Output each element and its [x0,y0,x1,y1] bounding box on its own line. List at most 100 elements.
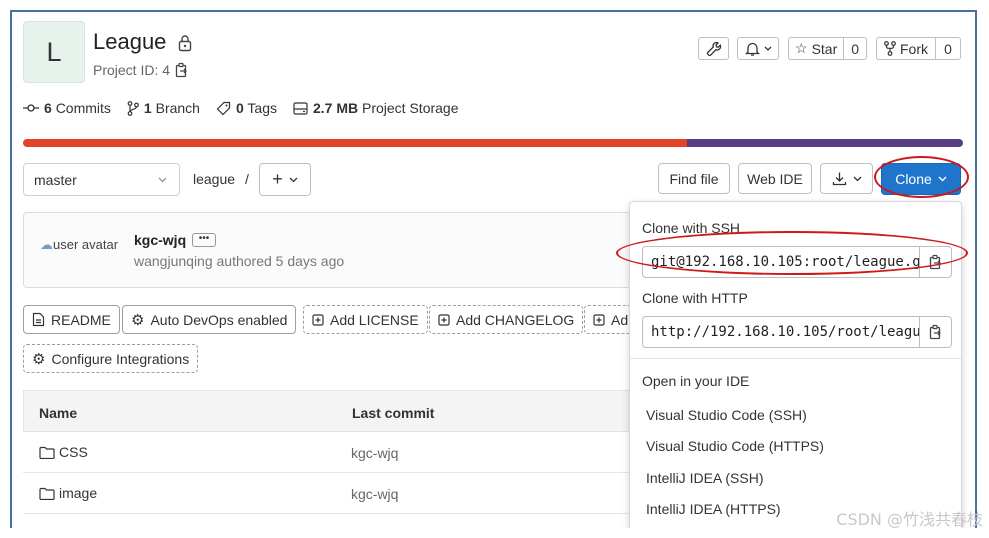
user-avatar[interactable]: ☁user avatar [40,237,122,253]
branch-icon [127,100,139,116]
row-divider [23,472,643,473]
add-license-button[interactable]: Add LICENSE [303,305,428,334]
file-icon [32,312,45,327]
table-row[interactable]: image [39,485,97,501]
copy-id-icon[interactable] [175,62,189,78]
column-last-commit: Last commit [352,405,435,421]
add-changelog-label: Add CHANGELOG [456,311,575,328]
breadcrumb: league / [193,171,249,187]
fork-button[interactable]: Fork 0 [876,37,961,60]
branches-link[interactable]: 1 Branch [127,100,200,116]
configure-integrations-label: Configure Integrations [51,350,190,367]
folder-name[interactable]: image [59,485,97,501]
repository-language-bar[interactable] [23,139,963,147]
open-in-ide-heading: Open in your IDE [642,373,750,389]
star-label: Star [811,40,838,57]
breadcrumb-separator: / [244,171,249,187]
plus-square-icon [593,313,605,326]
commit-icon [23,104,39,112]
open-vscode-ssh[interactable]: Visual Studio Code (SSH) [646,407,807,423]
auto-devops-label: Auto DevOps enabled [150,311,288,328]
storage-icon [293,101,308,115]
add-to-tree-button[interactable]: + [259,163,311,196]
project-title[interactable]: League [93,29,166,55]
add-changelog-button[interactable]: Add CHANGELOG [429,305,584,334]
clone-http-label: Clone with HTTP [642,290,748,306]
find-file-button[interactable]: Find file [658,163,730,194]
commits-link[interactable]: 6 Commits [23,100,111,116]
language-segment-primary[interactable] [23,139,687,147]
wrench-icon [706,41,721,56]
table-row[interactable]: CSS [39,444,88,460]
fork-count: 0 [944,40,952,57]
language-segment-secondary[interactable] [686,139,963,147]
folder-icon [39,446,55,459]
bell-icon [744,42,760,56]
commit-authored-text: wangjunqing authored 5 days ago [134,253,345,269]
storage-size: 2.7 MB [312,100,359,116]
add-contributing-label: Ad [611,311,629,328]
tags-link[interactable]: 0 Tags [216,100,277,116]
annotation-oval-clone [874,156,969,198]
tags-count: 0 [235,100,244,116]
storage-link[interactable]: 2.7 MB Project Storage [293,100,459,116]
commits-label: Commits [55,100,111,116]
plus-square-icon [438,313,450,326]
last-commit-panel: ☁user avatar kgc-wjq ••• wangjunqing aut… [23,212,643,288]
notification-button[interactable] [737,37,779,60]
chevron-down-icon [289,177,298,182]
chevron-down-icon [853,176,861,181]
open-intellij-https[interactable]: IntelliJ IDEA (HTTPS) [646,501,781,517]
configure-integrations-button[interactable]: ⚙ Configure Integrations [23,344,199,373]
project-avatar: L [23,21,85,83]
star-icon: ☆ [795,40,808,56]
fork-icon [884,41,896,56]
copy-http-url-button[interactable] [920,316,952,348]
auto-devops-button[interactable]: ⚙ Auto DevOps enabled [122,305,297,334]
add-license-label: Add LICENSE [330,311,419,328]
web-ide-button[interactable]: Web IDE [738,163,812,194]
tag-icon [216,101,231,115]
dropdown-divider [630,358,961,359]
fork-label: Fork [900,40,928,57]
download-button[interactable] [820,163,873,194]
project-stats: 6 Commits 1 Branch 0 Tags 2.7 MB Project… [23,100,459,116]
file-table-header: Name Last commit [23,390,643,432]
gear-icon: ⚙ [131,311,145,329]
chevron-down-icon [764,46,771,51]
breadcrumb-project[interactable]: league [193,171,235,187]
copy-icon [929,324,941,340]
tags-label: Tags [247,100,277,116]
branch-selector-value: master [34,171,77,188]
plus-square-icon [312,313,324,326]
project-id: Project ID: 4 [93,62,171,78]
user-avatar-alt: user avatar [53,237,119,252]
lock-icon [178,35,192,52]
plus-icon: + [272,169,283,189]
star-button[interactable]: ☆ Star 0 [788,37,867,60]
gitlab-project-page: L League Project ID: 4 ☆ Star 0 Fork 0 6… [10,10,977,528]
folder-name[interactable]: CSS [59,444,88,460]
commit-author[interactable]: kgc-wjq [134,232,186,248]
row-last-commit[interactable]: kgc-wjq [351,445,398,461]
folder-icon [39,487,55,500]
branch-selector[interactable]: master [23,163,180,196]
gear-icon: ⚙ [32,350,46,368]
chevron-down-icon [158,177,167,183]
settings-button[interactable] [698,37,729,60]
open-vscode-https[interactable]: Visual Studio Code (HTTPS) [646,438,824,454]
row-divider [23,513,643,514]
annotation-oval-ssh [616,231,968,275]
row-last-commit[interactable]: kgc-wjq [351,486,398,502]
branch-count: 1 [143,100,152,116]
readme-button[interactable]: README [23,305,120,334]
open-intellij-ssh[interactable]: IntelliJ IDEA (SSH) [646,470,763,486]
branch-label: Branch [155,100,200,116]
commits-count: 6 [44,100,52,116]
toggle-commit-description-button[interactable]: ••• [192,233,216,247]
broken-image-icon: ☁ [40,237,53,252]
readme-label: README [51,311,111,328]
storage-label: Project Storage [362,100,459,116]
download-icon [832,172,846,186]
clone-http-url-input[interactable]: http://192.168.10.105/root/league.git [642,316,920,348]
